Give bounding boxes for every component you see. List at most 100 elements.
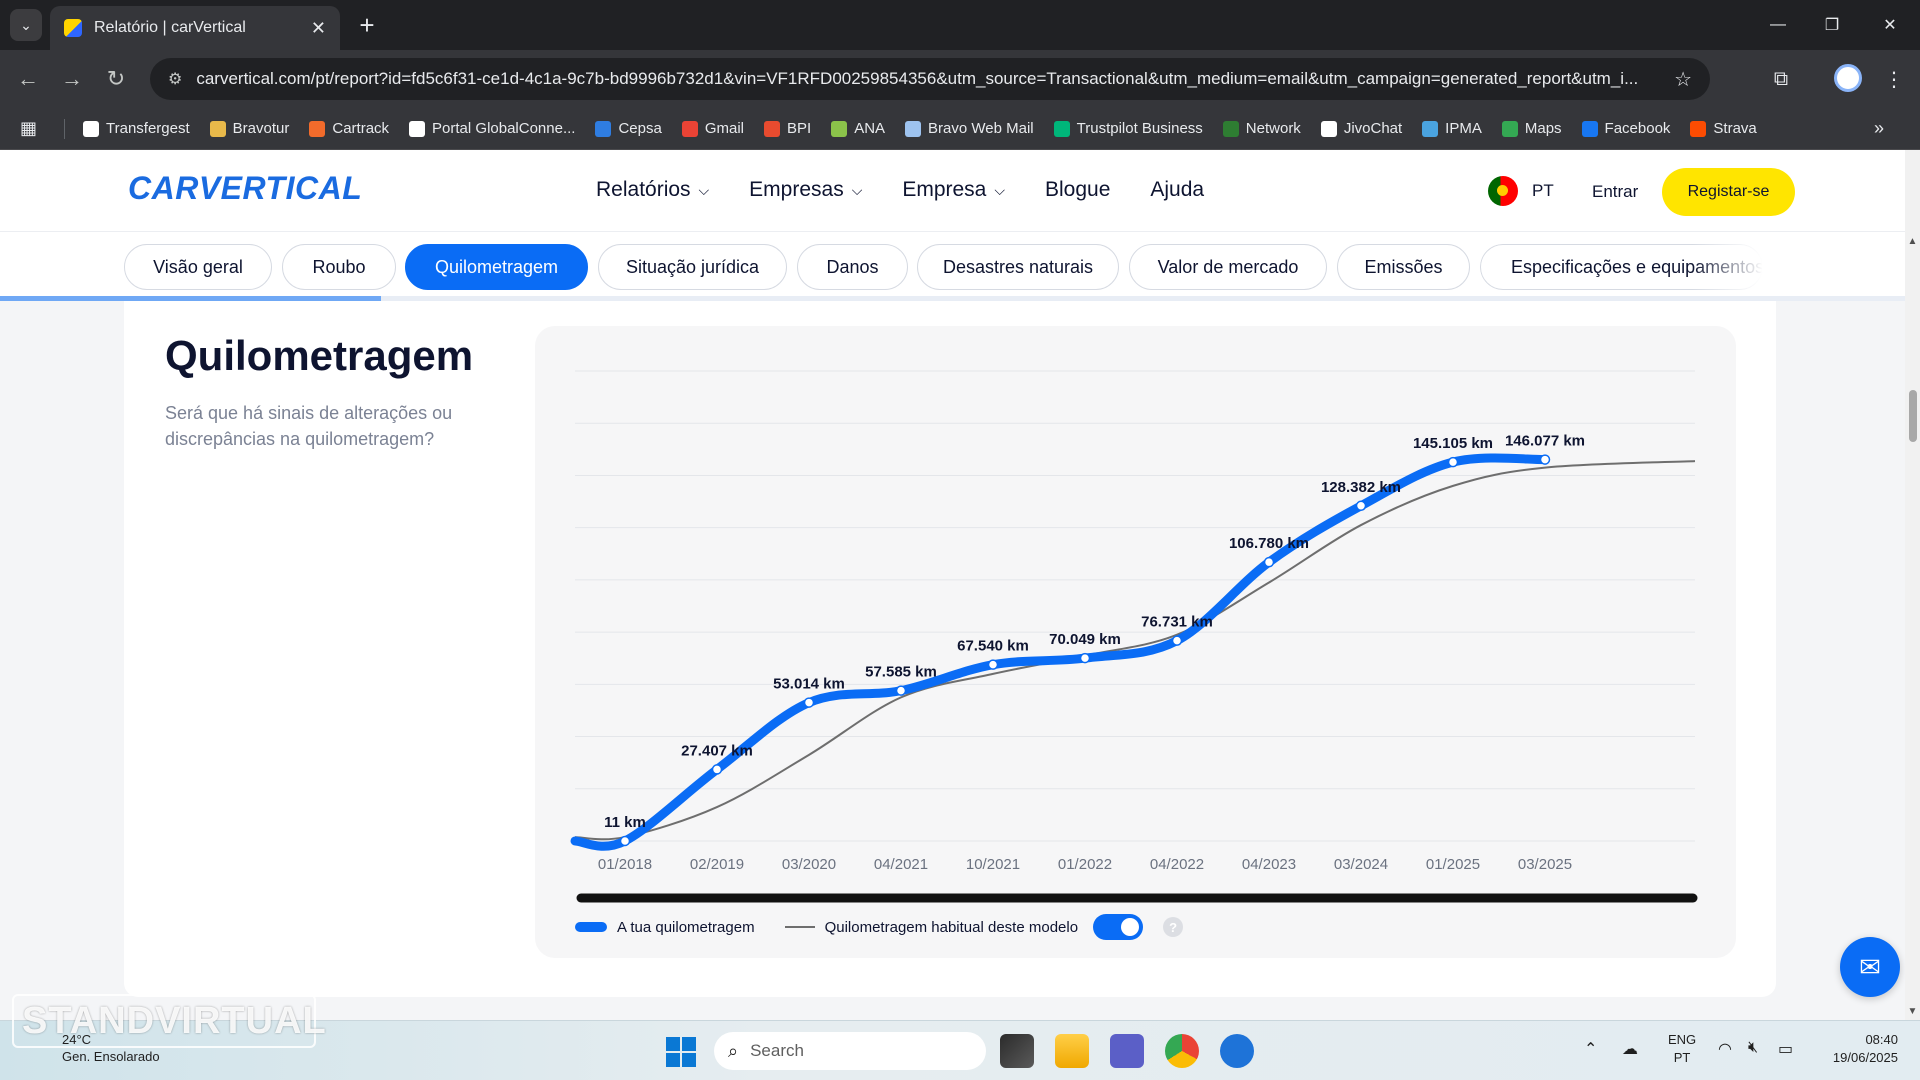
forward-arrow-icon[interactable]: → (56, 63, 88, 95)
window-close-icon[interactable]: ✕ (1868, 8, 1912, 42)
carvertical-logo[interactable]: CARVERTICAL (128, 170, 362, 207)
extensions-icon[interactable]: ⧉ (1765, 63, 1797, 95)
legend-own-label: A tua quilometragem (617, 918, 755, 936)
site-header: CARVERTICAL Relatórios ⌵ Empresas ⌵ Empres… (0, 150, 1905, 232)
file-explorer-icon[interactable] (1055, 1034, 1089, 1068)
mileage-data-label: 106.780 km (1229, 535, 1309, 552)
bookmark-item[interactable]: ANA (831, 120, 885, 137)
bookmark-item[interactable]: Cartrack (309, 120, 389, 137)
profile-avatar[interactable] (1834, 64, 1862, 92)
bookmark-item[interactable]: Transfergest (83, 120, 190, 137)
nav-blog[interactable]: Blogue (1045, 178, 1110, 202)
onedrive-icon[interactable]: ☁ (1622, 1039, 1638, 1059)
chevron-down-icon: ⌵ (851, 181, 863, 198)
x-tick-label: 01/2025 (1426, 856, 1480, 873)
input-language[interactable]: ENG PT (1668, 1031, 1696, 1067)
nav-reports[interactable]: Relatórios ⌵ (596, 178, 709, 202)
chrome-icon[interactable] (1165, 1034, 1199, 1068)
bookmark-label: Maps (1524, 120, 1562, 137)
url-text[interactable]: carvertical.com/pt/report?id=fd5c6f31-ce… (196, 69, 1660, 89)
tray-chevron-up-icon[interactable]: ⌃ (1584, 1039, 1597, 1059)
bookmark-item[interactable]: Facebook (1581, 120, 1671, 137)
bookmark-item[interactable]: Network (1222, 120, 1301, 137)
language-code: ENG (1668, 1032, 1697, 1047)
tab-overview[interactable]: Visão geral (124, 244, 272, 290)
more-menu-icon[interactable]: ⋮ (1878, 63, 1910, 95)
section-subtitle: Será que há sinais de alterações ou disc… (165, 403, 453, 449)
apps-grid-icon[interactable]: ▦ (20, 118, 44, 139)
restore-icon[interactable]: ❐ (1810, 8, 1854, 42)
tab-legal-status[interactable]: Situação jurídica (598, 244, 787, 290)
new-tab-plus-icon[interactable]: + (352, 10, 382, 40)
scroll-thumb[interactable] (1909, 390, 1917, 442)
own-mileage-point (711, 764, 723, 775)
mileage-data-label: 53.014 km (773, 676, 845, 693)
bookmark-item[interactable]: Gmail (681, 120, 744, 137)
search-label: Search (750, 1041, 804, 1060)
globalconnect-icon (409, 120, 426, 137)
battery-icon[interactable]: ▭ (1778, 1039, 1793, 1059)
help-icon[interactable]: ? (1163, 917, 1184, 937)
tab-damage[interactable]: Danos (797, 244, 908, 290)
close-tab-icon[interactable]: ✕ (311, 18, 326, 39)
teams-icon[interactable] (1110, 1034, 1144, 1068)
bookmark-item[interactable]: Strava (1690, 120, 1757, 137)
taskbar-search[interactable]: ⌕ Search (714, 1032, 986, 1070)
back-arrow-icon[interactable]: ← (12, 63, 44, 95)
bookmark-item[interactable]: Cepsa (595, 120, 662, 137)
tab-mileage[interactable]: Quilometragem (405, 244, 588, 290)
address-bar[interactable]: ⚙ carvertical.com/pt/report?id=fd5c6f31-… (150, 58, 1710, 100)
tab-search-chevron-icon[interactable]: ⌄ (10, 9, 42, 41)
model-mileage-toggle[interactable] (1093, 914, 1144, 940)
tab-specifications[interactable]: Especificações e equipamentos (1480, 244, 1763, 290)
browser-tab[interactable]: Relatório | carVertical ✕ (50, 6, 340, 50)
mileage-data-label: 128.382 km (1321, 479, 1401, 496)
own-mileage-point (1355, 500, 1367, 512)
mileage-data-label: 145.105 km (1413, 435, 1493, 452)
bookmark-item[interactable]: Bravo Web Mail (905, 120, 1034, 137)
register-button[interactable]: Registar-se (1662, 168, 1795, 216)
own-mileage-point (1539, 454, 1551, 465)
tab-emissions[interactable]: Emissões (1337, 244, 1470, 290)
x-tick-label: 03/2025 (1518, 856, 1572, 873)
scroll-up-arrow-icon[interactable]: ▲ (1907, 236, 1918, 247)
language-selector[interactable]: PT (1488, 176, 1554, 206)
bookmark-label: BPI (787, 120, 812, 137)
minimize-icon[interactable]: — (1756, 8, 1800, 42)
chat-support-icon[interactable]: ✉ (1840, 937, 1900, 997)
bookmark-label: Facebook (1604, 120, 1671, 137)
tab-theft[interactable]: Roubo (282, 244, 396, 290)
nav-help[interactable]: Ajuda (1150, 178, 1204, 202)
bookmark-item[interactable]: Trustpilot Business (1053, 120, 1203, 137)
wifi-icon[interactable]: ◠ (1718, 1039, 1732, 1059)
nav-company[interactable]: Empresa ⌵ (902, 178, 1005, 202)
bookmark-item[interactable]: IPMA (1422, 120, 1482, 137)
site-info-icon[interactable]: ⚙ (168, 69, 182, 89)
nav-label: Relatórios (596, 178, 691, 201)
gmail-icon (681, 120, 698, 137)
bookmark-item[interactable]: BPI (764, 120, 811, 137)
more-bookmarks-icon[interactable]: » (1874, 118, 1884, 139)
tab-natural-disasters[interactable]: Desastres naturais (917, 244, 1119, 290)
bookmark-item[interactable]: Portal GlobalConne... (409, 120, 575, 137)
tab-market-value[interactable]: Valor de mercado (1129, 244, 1327, 290)
bookmark-star-icon[interactable]: ☆ (1674, 67, 1692, 92)
app-icon[interactable] (1220, 1034, 1254, 1068)
jivochat-icon (1320, 120, 1337, 137)
mileage-chart: 11 km 27.407 km 53.014 km 57.585 km 67.540 k… (570, 370, 1698, 903)
task-view-icon[interactable] (1000, 1034, 1034, 1068)
weather-text: Gen. Ensolarado (62, 1049, 160, 1064)
bookmark-item[interactable]: JivoChat (1320, 120, 1402, 137)
windows-start-icon[interactable] (666, 1037, 696, 1067)
reload-icon[interactable]: ↻ (100, 63, 132, 95)
page-scrollbar[interactable]: ▲ ▼ (1905, 150, 1920, 1020)
x-tick-label: 04/2023 (1242, 856, 1296, 873)
nav-businesses[interactable]: Empresas ⌵ (749, 178, 862, 202)
bookmark-item[interactable]: Bravotur (209, 120, 289, 137)
bookmark-item[interactable]: Maps (1501, 120, 1562, 137)
system-clock[interactable]: 08:40 19/06/2025 (1818, 1031, 1898, 1067)
scroll-down-arrow-icon[interactable]: ▼ (1907, 1006, 1918, 1017)
login-link[interactable]: Entrar (1592, 182, 1638, 202)
carvertical-favicon-icon (64, 19, 82, 37)
volume-muted-icon[interactable]: 🔇︎ (1748, 1039, 1758, 1057)
